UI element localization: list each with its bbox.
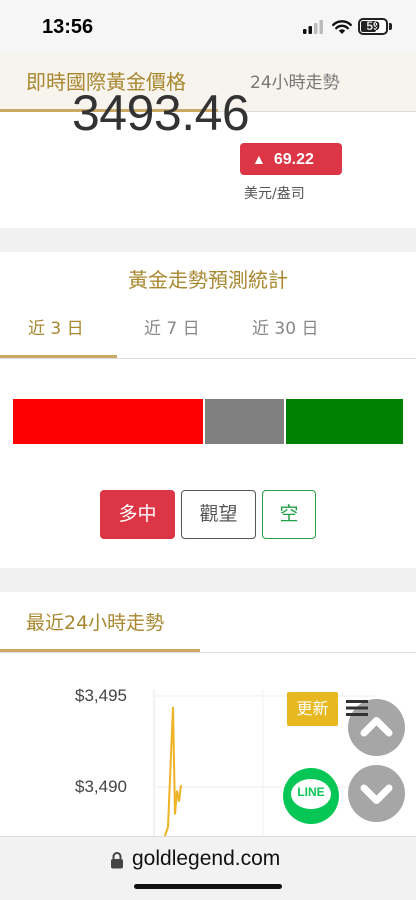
price-change-value: 69.22 <box>273 151 314 168</box>
watch-button[interactable]: 觀望 <box>181 490 256 539</box>
tab-period-30-days[interactable]: 近 30 日 <box>252 314 318 339</box>
browser-url-bar[interactable]: goldlegend.com <box>0 836 416 900</box>
battery-icon: 59 <box>358 18 388 35</box>
url-text: goldlegend.com <box>132 847 281 870</box>
series-line <box>163 706 182 836</box>
distribution-bar-long <box>13 399 203 444</box>
up-arrow-icon: ▲ <box>252 151 266 167</box>
period-tab-divider <box>0 358 416 359</box>
status-bar: 13:56 59 <box>0 0 416 54</box>
trend-divider <box>0 652 416 653</box>
line-label: LINE <box>297 785 325 799</box>
status-time: 13:56 <box>42 16 94 38</box>
y-tick-label: $3,490 <box>75 777 127 796</box>
tab-period-3-days[interactable]: 近 3 日 <box>28 314 84 339</box>
distribution-bar-watch <box>205 399 284 444</box>
price-unit: 美元/盎司 <box>244 186 305 202</box>
gold-price: 3493.46 <box>72 85 250 141</box>
distribution-bar-short <box>286 399 403 444</box>
signal-icon <box>303 20 323 34</box>
y-tick-label: $3,495 <box>75 686 127 705</box>
home-indicator <box>134 884 282 889</box>
line-chat-button[interactable]: LINE <box>283 768 339 824</box>
chevron-down-icon <box>360 784 393 804</box>
scroll-bottom-button[interactable] <box>348 765 405 822</box>
long-button[interactable]: 多中 <box>100 490 175 539</box>
lock-icon <box>111 852 123 869</box>
wifi-icon <box>332 20 352 34</box>
menu-icon[interactable] <box>346 699 368 717</box>
trend-chart <box>153 690 375 836</box>
price-change-badge: ▲ 69.22 <box>240 143 342 175</box>
battery-tip <box>389 23 392 30</box>
refresh-button[interactable]: 更新 <box>287 692 338 726</box>
tab-period-7-days[interactable]: 近 7 日 <box>144 314 200 339</box>
battery-level: 59 <box>366 19 380 33</box>
trend-title: 最近24小時走勢 <box>26 612 165 634</box>
short-button[interactable]: 空 <box>262 490 316 539</box>
forecast-title: 黃金走勢預測統計 <box>128 268 288 292</box>
